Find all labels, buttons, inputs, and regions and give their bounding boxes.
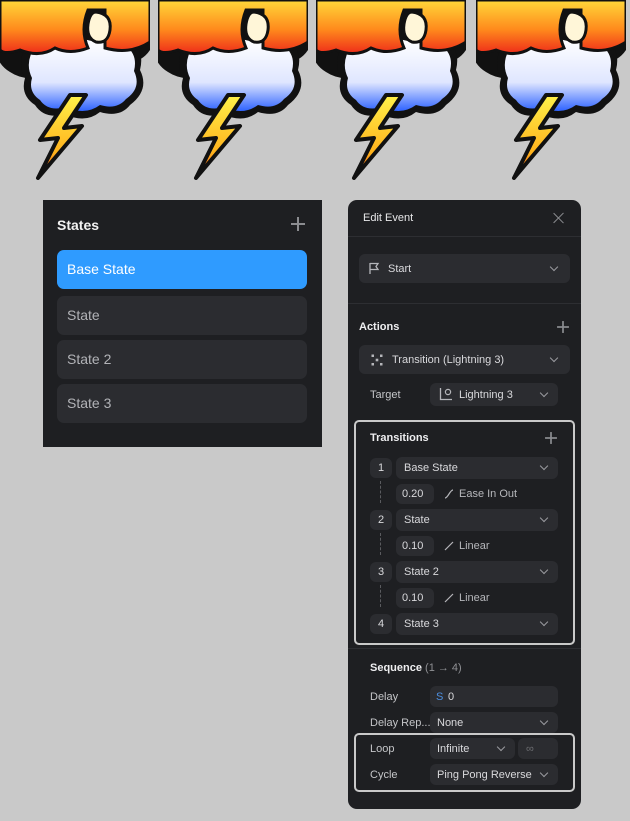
edit-event-panel: Edit Event Start Actions Transition (Lig…: [348, 200, 581, 809]
state-item-state[interactable]: State: [57, 296, 307, 335]
add-action-plus-icon[interactable]: [557, 321, 569, 333]
target-value: Lightning 3: [459, 388, 513, 401]
transitions-highlight-frame: [354, 420, 575, 645]
artwork-strip: [0, 0, 630, 190]
lightning-cloud-artwork: [316, 0, 466, 190]
actions-label: Actions: [359, 321, 400, 333]
divider: [348, 648, 581, 649]
sequence-label: Sequence: [370, 662, 422, 674]
lightning-cloud-artwork: [476, 0, 626, 190]
delay-repeat-label: Delay Rep...: [370, 717, 431, 729]
sequence-heading: Sequence (1 → 4): [370, 662, 462, 674]
state-item-state-3[interactable]: State 3: [57, 384, 307, 423]
state-item-base-state[interactable]: Base State: [57, 250, 307, 289]
target-select[interactable]: Lightning 3: [430, 383, 558, 406]
sequence-range: (1 → 4): [425, 662, 462, 674]
trigger-value: Start: [388, 262, 412, 275]
chevron-down-icon: [549, 353, 559, 363]
close-icon[interactable]: [553, 212, 565, 224]
delay-repeat-value: None: [437, 716, 464, 729]
chevron-down-icon: [539, 716, 549, 726]
lightning-cloud-artwork: [158, 0, 308, 190]
trigger-select[interactable]: Start: [359, 254, 570, 283]
states-panel: States Base State State State 2 State 3: [43, 200, 322, 447]
delay-label: Delay: [370, 691, 399, 703]
lightning-cloud-artwork: [0, 0, 150, 190]
action-select[interactable]: Transition (Lightning 3): [359, 345, 570, 374]
state-item-state-2[interactable]: State 2: [57, 340, 307, 379]
delay-repeat-select[interactable]: None: [430, 712, 558, 733]
delay-unit: S: [436, 690, 444, 703]
action-value: Transition (Lightning 3): [392, 353, 505, 366]
loop-cycle-highlight-frame: [354, 733, 575, 792]
divider: [348, 303, 581, 304]
flag-icon: [369, 262, 380, 274]
add-state-plus-icon[interactable]: [291, 217, 305, 231]
layer-target-icon: [439, 388, 452, 401]
delay-value: 0: [448, 690, 455, 703]
transition-icon: [371, 354, 383, 366]
edit-event-title: Edit Event: [363, 212, 414, 224]
states-title: States: [57, 217, 100, 233]
chevron-down-icon: [539, 388, 549, 398]
divider: [348, 236, 581, 237]
delay-input[interactable]: S 0: [430, 686, 558, 707]
chevron-down-icon: [549, 262, 559, 272]
target-label: Target: [370, 389, 401, 401]
